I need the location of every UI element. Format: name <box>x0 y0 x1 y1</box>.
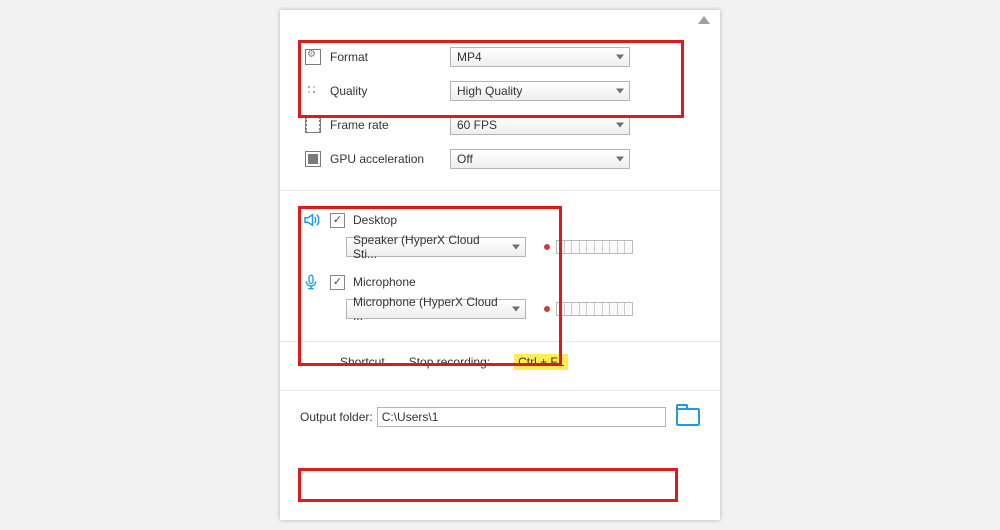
framerate-label: Frame rate <box>326 118 450 132</box>
shortcut-label: Shortcut <box>340 355 385 369</box>
desktop-audio-checkbox[interactable] <box>330 213 345 228</box>
output-folder-combo[interactable]: C:\Users\1 <box>377 407 666 427</box>
framerate-value: 60 FPS <box>457 118 497 132</box>
audio-section: Desktop Speaker (HyperX Cloud Sti... Mic… <box>280 191 720 342</box>
format-label: Format <box>326 50 450 64</box>
chevron-down-icon <box>616 157 624 162</box>
chevron-down-icon <box>616 55 624 60</box>
output-section: Output folder: C:\Users\1 <box>280 391 720 427</box>
gpu-label: GPU acceleration <box>326 152 450 166</box>
gpu-value: Off <box>457 152 473 166</box>
mic-device-dropdown[interactable]: Microphone (HyperX Cloud ... <box>346 299 526 319</box>
chevron-down-icon <box>616 89 624 94</box>
format-icon <box>305 49 321 65</box>
settings-panel: Format MP4 Quality High Quality Frame ra… <box>280 10 720 520</box>
desktop-device-value: Speaker (HyperX Cloud Sti... <box>353 233 507 261</box>
shortcut-action-label: Stop recording: <box>409 355 490 369</box>
output-folder-label: Output folder: <box>300 410 373 424</box>
browse-folder-icon[interactable] <box>676 408 700 426</box>
gpu-dropdown[interactable]: Off <box>450 149 630 169</box>
mic-audio-label: Microphone <box>353 275 416 289</box>
desktop-audio-label: Desktop <box>353 213 397 227</box>
output-folder-value: C:\Users\1 <box>382 410 439 424</box>
quality-label: Quality <box>326 84 450 98</box>
desktop-level-meter <box>556 240 633 254</box>
chevron-up-icon <box>698 16 710 24</box>
mic-level-meter <box>556 302 633 316</box>
shortcut-hotkey[interactable]: Ctrl + F1 <box>514 354 568 370</box>
shortcut-row: Shortcut Stop recording: Ctrl + F1 <box>280 342 720 391</box>
speaker-icon <box>300 211 322 229</box>
highlight-box <box>298 468 678 502</box>
framerate-dropdown[interactable]: 60 FPS <box>450 115 630 135</box>
format-value: MP4 <box>457 50 482 64</box>
video-section: Format MP4 Quality High Quality Frame ra… <box>280 30 720 191</box>
desktop-device-dropdown[interactable]: Speaker (HyperX Cloud Sti... <box>346 237 526 257</box>
mic-audio-checkbox[interactable] <box>330 275 345 290</box>
chevron-down-icon <box>616 123 624 128</box>
quality-value: High Quality <box>457 84 522 98</box>
microphone-icon <box>300 273 322 291</box>
record-indicator-icon <box>544 244 550 250</box>
record-indicator-icon <box>544 306 550 312</box>
quality-icon <box>306 84 320 98</box>
collapse-bar[interactable] <box>280 10 720 30</box>
gpu-icon <box>305 151 321 167</box>
quality-dropdown[interactable]: High Quality <box>450 81 630 101</box>
mic-device-value: Microphone (HyperX Cloud ... <box>353 295 507 323</box>
chevron-down-icon <box>512 245 520 250</box>
framerate-icon <box>305 117 321 133</box>
format-dropdown[interactable]: MP4 <box>450 47 630 67</box>
chevron-down-icon <box>512 307 520 312</box>
